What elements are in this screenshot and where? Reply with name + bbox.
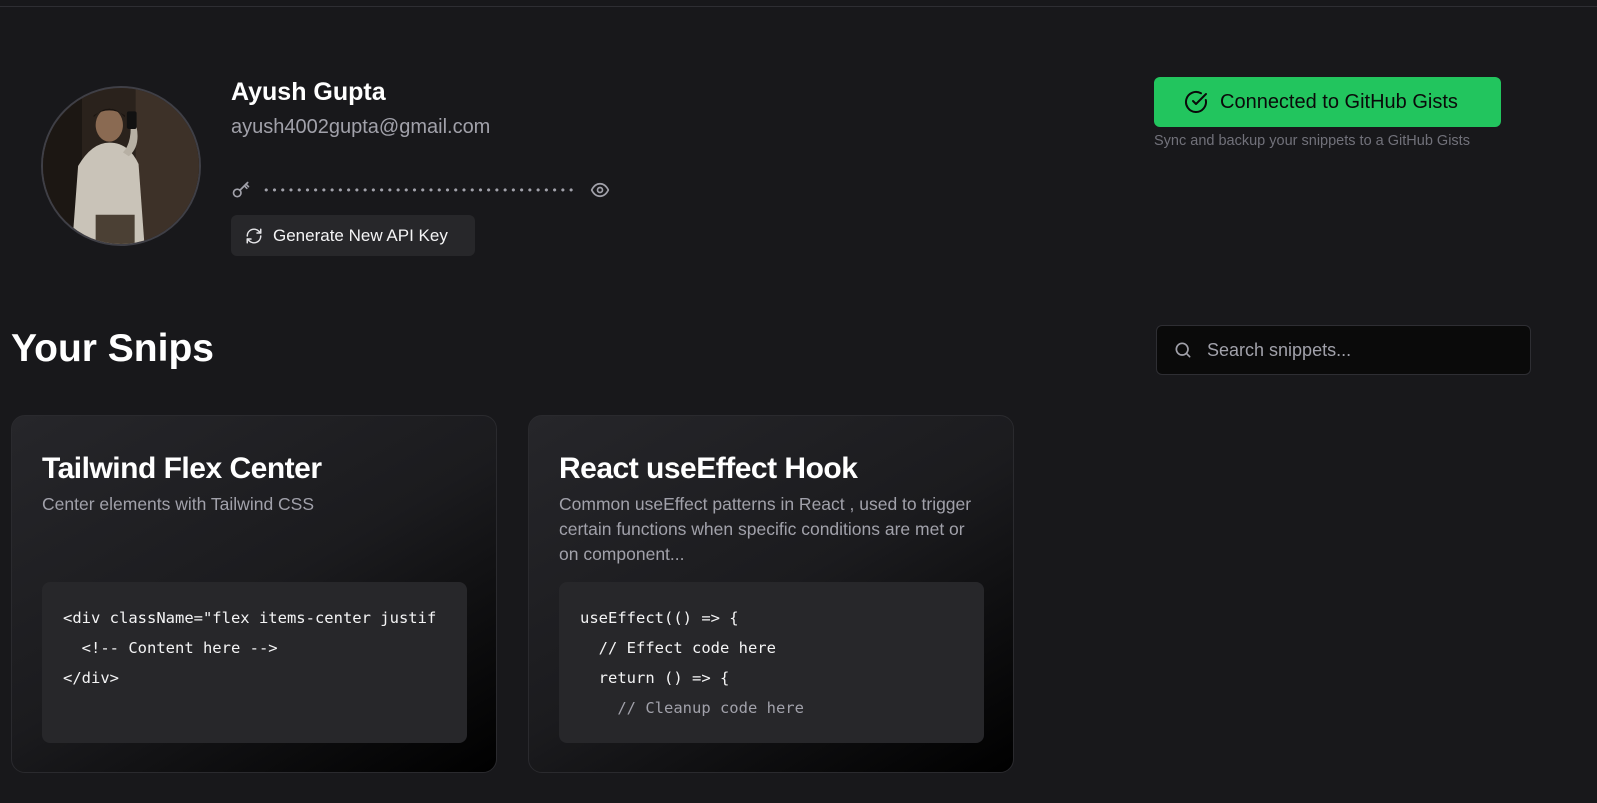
snippet-title: Tailwind Flex Center (42, 452, 322, 485)
github-gists-button[interactable]: Connected to GitHub Gists (1154, 77, 1501, 127)
api-key-row: •••••••••••••••••••••••••••••••••••••• (231, 178, 612, 202)
code-line: useEffect(() => { (580, 609, 739, 627)
generate-api-key-button[interactable]: Generate New API Key (231, 215, 475, 256)
code-line: <div className="flex items-center justif (63, 609, 437, 627)
snippet-description: Common useEffect patterns in React , use… (559, 494, 972, 564)
snippet-card[interactable]: React useEffect Hook Common useEffect pa… (528, 415, 1014, 773)
github-sync-description: Sync and backup your snippets to a GitHu… (1154, 133, 1470, 149)
section-title: Your Snips (11, 327, 214, 370)
key-icon (231, 179, 253, 201)
search-box (1156, 325, 1531, 375)
profile-email: ayush4002gupta@gmail.com (231, 116, 491, 138)
search-input[interactable] (1207, 339, 1507, 361)
snippet-code-preview: <div className="flex items-center justif… (42, 582, 467, 743)
code-line: <!-- Content here --> (63, 639, 278, 657)
snippet-code-preview: useEffect(() => { // Effect code here re… (559, 582, 984, 743)
search-icon (1173, 340, 1193, 360)
profile-name: Ayush Gupta (231, 78, 386, 106)
check-circle-icon (1184, 90, 1208, 114)
avatar-photo (43, 88, 199, 244)
code-line: // Effect code here (580, 639, 776, 657)
code-line: // Cleanup code here (580, 699, 804, 717)
snippet-description: Center elements with Tailwind CSS (42, 494, 315, 514)
refresh-icon (245, 227, 263, 245)
avatar (41, 86, 201, 246)
api-key-masked: •••••••••••••••••••••••••••••••••••••• (263, 183, 577, 197)
code-line: </div> (63, 669, 119, 687)
code-line: return () => { (580, 669, 730, 687)
generate-api-key-label: Generate New API Key (273, 225, 448, 245)
snippet-title: React useEffect Hook (559, 452, 858, 485)
github-gists-label: Connected to GitHub Gists (1220, 90, 1458, 113)
snippet-card[interactable]: Tailwind Flex Center Center elements wit… (11, 415, 497, 773)
top-divider (0, 6, 1597, 7)
eye-icon[interactable] (590, 179, 612, 201)
